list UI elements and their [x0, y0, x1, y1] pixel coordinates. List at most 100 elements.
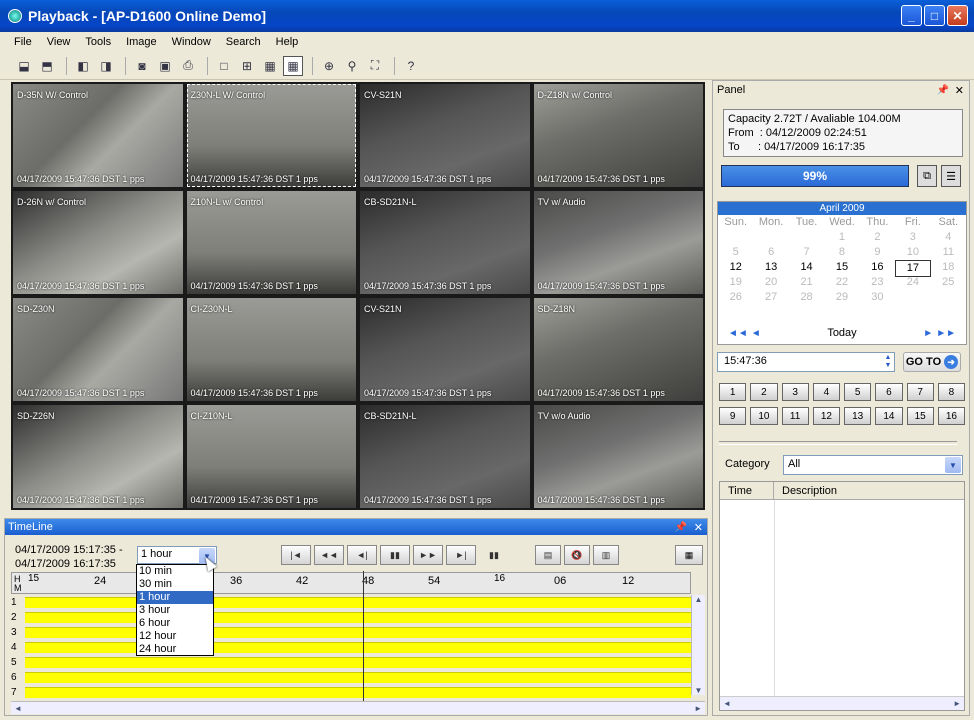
skip-start-icon[interactable]: |◄: [281, 545, 311, 565]
help-icon[interactable]: ?: [401, 56, 421, 76]
category-select[interactable]: All ▼: [783, 455, 963, 475]
spin-down-icon[interactable]: ▼: [885, 362, 892, 370]
splitter[interactable]: [719, 441, 957, 445]
scroll-left-icon[interactable]: ◄: [14, 704, 22, 713]
calendar-day[interactable]: 8: [824, 245, 859, 260]
prev-year-icon[interactable]: ◄◄: [728, 328, 748, 339]
export-icon[interactable]: ⧉: [917, 165, 937, 187]
fullscreen-icon[interactable]: ⛶: [365, 56, 385, 76]
calendar-day[interactable]: 4: [931, 230, 966, 245]
timeline-track[interactable]: 1: [11, 595, 691, 610]
timeline-track[interactable]: 7: [11, 685, 691, 700]
calendar-day[interactable]: 29: [824, 290, 859, 305]
list-icon[interactable]: ☰: [941, 165, 961, 187]
camera-tile[interactable]: CI-Z30N-L 04/17/2009 15:47:36 DST 1 pps: [186, 298, 356, 401]
prev-month-icon[interactable]: ◄: [751, 328, 761, 339]
calendar-day[interactable]: 10: [895, 245, 930, 260]
camera-tile[interactable]: D-Z18N w/ Control 04/17/2009 15:47:36 DST…: [533, 84, 703, 187]
range-option[interactable]: 12 hour: [137, 630, 213, 643]
time-input[interactable]: 15:47:36: [717, 352, 895, 372]
camera-tile[interactable]: CI-Z10N-L 04/17/2009 15:47:36 DST 1 pps: [186, 405, 356, 508]
calendar-day[interactable]: 9: [860, 245, 895, 260]
disconnect-icon[interactable]: ⬒: [37, 56, 57, 76]
menu-image[interactable]: Image: [126, 36, 157, 48]
channel-button[interactable]: 4: [812, 383, 840, 401]
timeline-tracks[interactable]: 1234567: [11, 571, 691, 703]
camera-tile[interactable]: CB-SD21N-L 04/17/2009 15:47:36 DST 1 pps: [360, 405, 530, 508]
camera-tile[interactable]: D-35N W/ Control 04/17/2009 15:47:36 DST …: [13, 84, 183, 187]
close-icon[interactable]: ✕: [955, 84, 964, 97]
grid-icon[interactable]: ▦: [675, 545, 703, 565]
channel-button[interactable]: 7: [906, 383, 934, 401]
calendar-day[interactable]: 25: [931, 275, 966, 290]
calendar-day[interactable]: 20: [753, 275, 788, 290]
recording-bar[interactable]: [25, 657, 691, 668]
camera-tile[interactable]: TV w/ Audio 04/17/2009 15:47:36 DST 1 pps: [533, 191, 703, 294]
fast-forward-icon[interactable]: ►►: [413, 545, 443, 565]
minimize-button[interactable]: _: [901, 5, 922, 26]
channel-button[interactable]: 16: [937, 407, 965, 425]
pin-icon[interactable]: 📌: [675, 522, 687, 533]
layout-1-icon[interactable]: □: [214, 56, 234, 76]
mute-icon[interactable]: 🔇: [564, 545, 590, 565]
layout-9-icon[interactable]: ▦: [260, 56, 280, 76]
step-back-icon[interactable]: ◄|: [347, 545, 377, 565]
time-spinner[interactable]: ▲ ▼: [882, 353, 894, 371]
prev-page-icon[interactable]: ◧: [73, 56, 93, 76]
calendar-day[interactable]: 22: [824, 275, 859, 290]
camera-tile[interactable]: D-26N w/ Control 04/17/2009 15:47:36 DST …: [13, 191, 183, 294]
stop-icon[interactable]: ▮▮: [479, 545, 509, 565]
range-option[interactable]: 1 hour: [137, 591, 213, 604]
channel-button[interactable]: 12: [812, 407, 840, 425]
calendar-day[interactable]: 30: [860, 290, 895, 305]
calendar-day[interactable]: 1: [824, 230, 859, 245]
recording-bar[interactable]: [25, 672, 691, 683]
tracks-vscrollbar[interactable]: ▲ ▼: [691, 595, 705, 695]
save-icon[interactable]: ▣: [155, 56, 175, 76]
today-button[interactable]: Today: [827, 327, 856, 339]
timeline-track[interactable]: 4: [11, 640, 691, 655]
col-time[interactable]: Time: [720, 482, 774, 499]
calendar-day[interactable]: 21: [789, 275, 824, 290]
scroll-left-icon[interactable]: ◄: [723, 699, 731, 708]
camera-tile[interactable]: CV-S21N 04/17/2009 15:47:36 DST 1 pps: [360, 84, 530, 187]
camera-tile[interactable]: Z30N-L W/ Control 04/17/2009 15:47:36 DST…: [186, 84, 356, 187]
channel-button[interactable]: 2: [750, 383, 778, 401]
timeline-track[interactable]: 6: [11, 670, 691, 685]
pin-icon[interactable]: 📌: [937, 85, 949, 96]
calendar-day[interactable]: 2: [860, 230, 895, 245]
range-option[interactable]: 30 min: [137, 578, 213, 591]
channel-button[interactable]: 10: [750, 407, 778, 425]
timeline-track[interactable]: 5: [11, 655, 691, 670]
maximize-button[interactable]: □: [924, 5, 945, 26]
notes-icon[interactable]: ▥: [593, 545, 619, 565]
connect-icon[interactable]: ⬓: [14, 56, 34, 76]
close-button[interactable]: ✕: [947, 5, 968, 26]
goto-button[interactable]: GO TO ➜: [903, 352, 961, 372]
channel-button[interactable]: 11: [781, 407, 809, 425]
chevron-down-icon[interactable]: ▼: [945, 457, 961, 473]
channel-button[interactable]: 1: [719, 383, 747, 401]
scroll-right-icon[interactable]: ►: [953, 699, 961, 708]
camera-tile[interactable]: SD-Z18N 04/17/2009 15:47:36 DST 1 pps: [533, 298, 703, 401]
zoom-icon[interactable]: ⊕: [319, 56, 339, 76]
next-month-icon[interactable]: ►: [923, 328, 933, 339]
recording-bar[interactable]: [25, 642, 691, 653]
camera-tile[interactable]: SD-Z30N 04/17/2009 15:47:36 DST 1 pps: [13, 298, 183, 401]
close-icon[interactable]: ✕: [694, 521, 703, 534]
channel-button[interactable]: 9: [719, 407, 747, 425]
snapshot-icon[interactable]: ◙: [132, 56, 152, 76]
scroll-right-icon[interactable]: ►: [694, 704, 702, 713]
timeline-track[interactable]: 2: [11, 610, 691, 625]
channel-button[interactable]: 13: [844, 407, 872, 425]
scroll-down-icon[interactable]: ▼: [695, 686, 703, 695]
range-option[interactable]: 3 hour: [137, 604, 213, 617]
calendar-day[interactable]: 19: [718, 275, 753, 290]
skip-end-icon[interactable]: ►|: [446, 545, 476, 565]
channel-button[interactable]: 8: [937, 383, 965, 401]
search-icon[interactable]: ⚲: [342, 56, 362, 76]
calendar-day[interactable]: 7: [789, 245, 824, 260]
recording-bar[interactable]: [25, 597, 691, 608]
calendar-day[interactable]: 6: [753, 245, 788, 260]
camera-tile[interactable]: TV w/o Audio 04/17/2009 15:47:36 DST 1 pp…: [533, 405, 703, 508]
